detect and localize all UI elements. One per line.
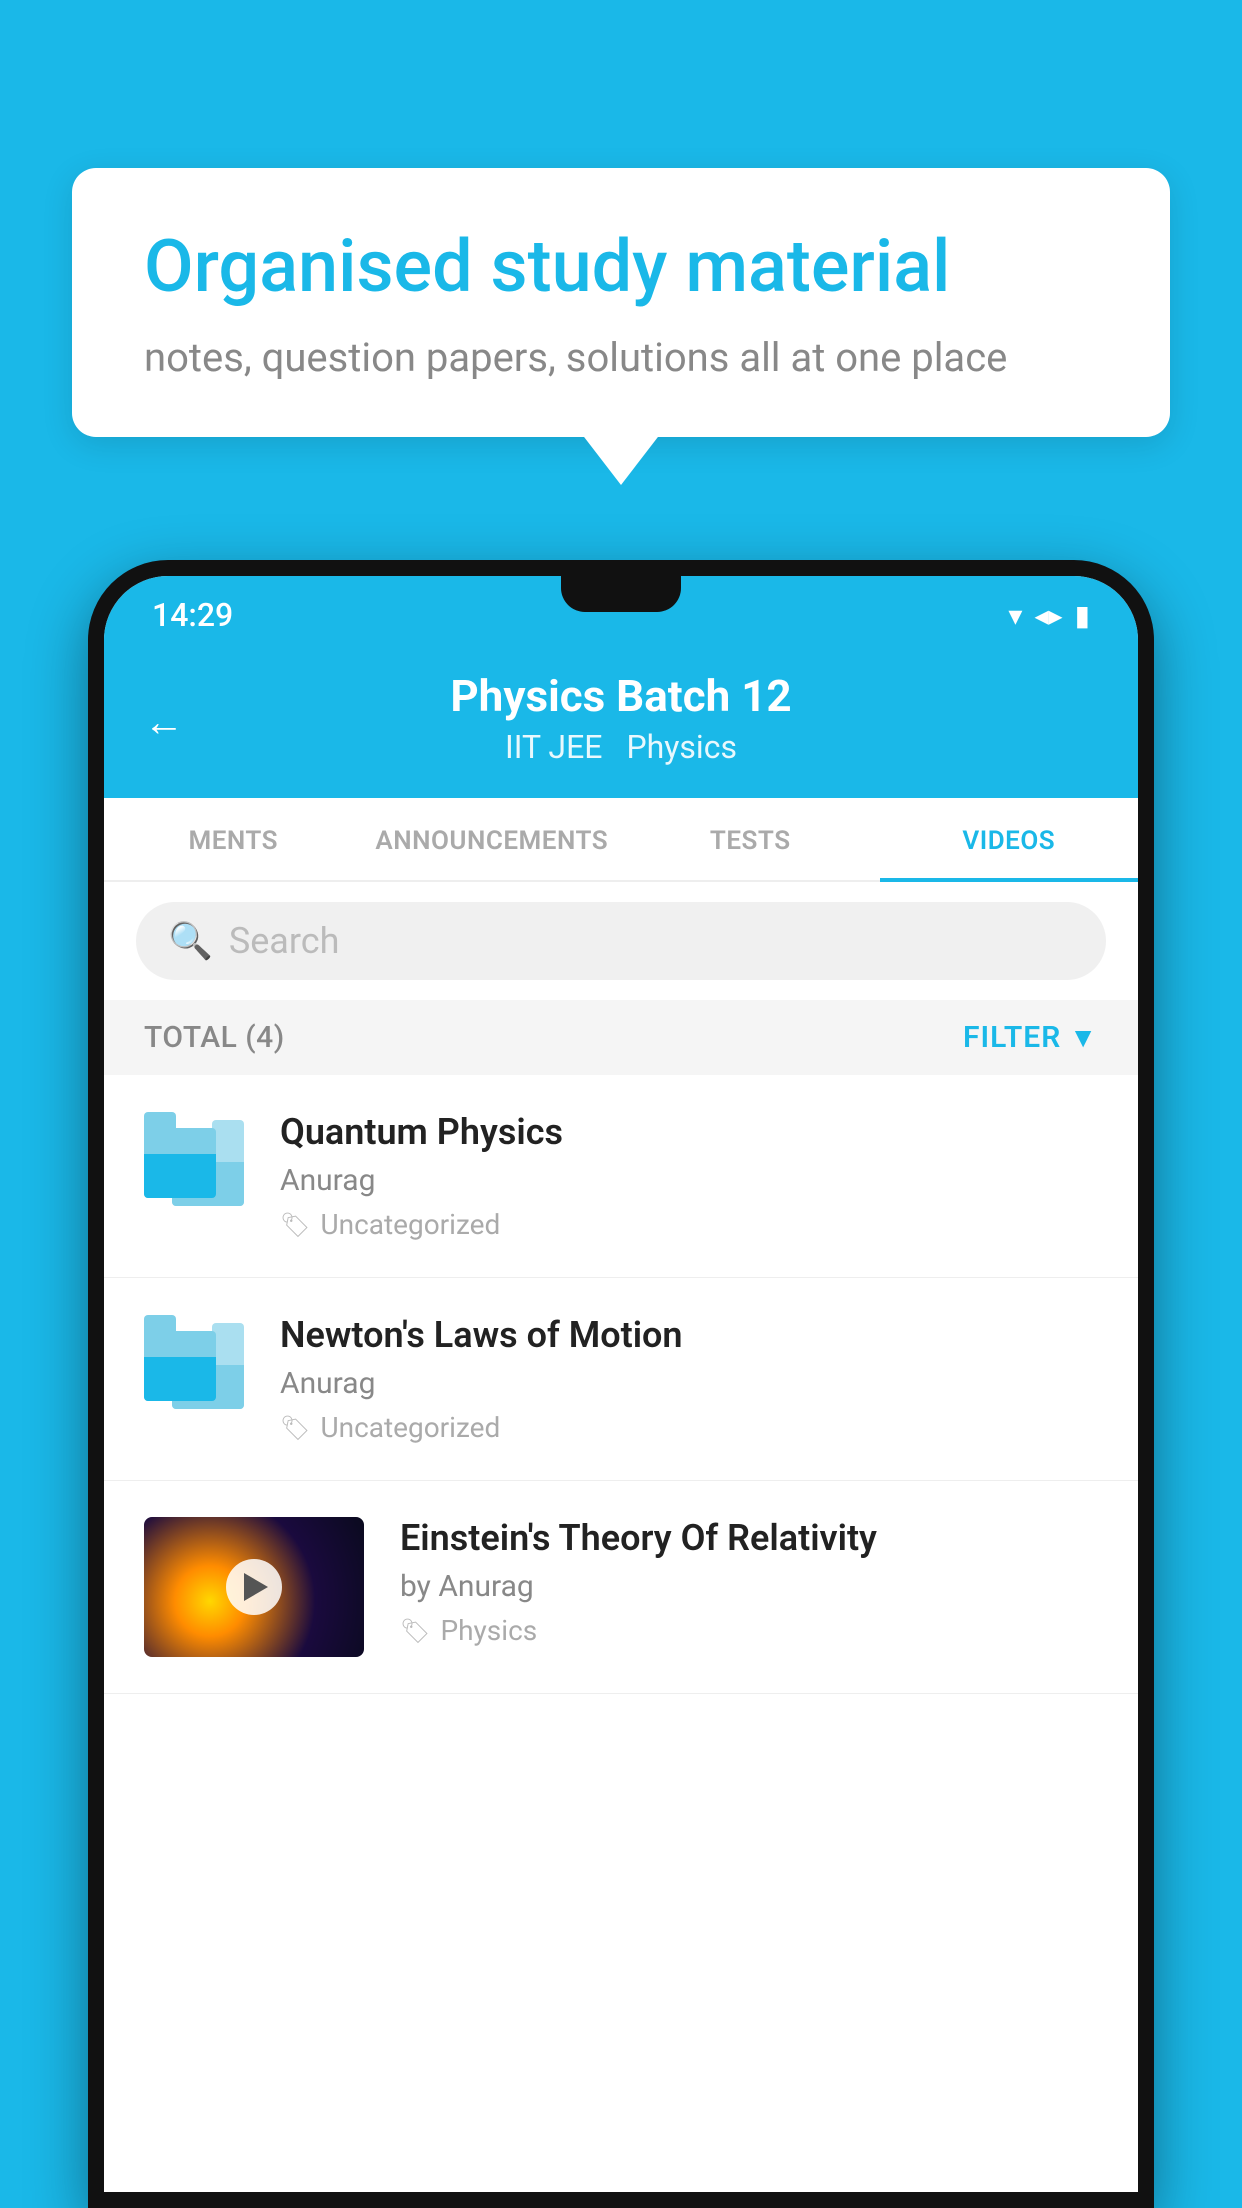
content-list: Quantum Physics Anurag 🏷 Uncategorized [104, 1075, 1138, 2192]
status-icons: ▾ ◂▸ ▮ [1008, 599, 1090, 632]
thumb-bg [144, 1517, 364, 1657]
list-item[interactable]: Einstein's Theory Of Relativity by Anura… [104, 1481, 1138, 1694]
tab-videos[interactable]: VIDEOS [880, 798, 1139, 880]
phone-notch [561, 576, 681, 612]
status-time: 14:29 [152, 596, 233, 634]
search-icon: 🔍 [168, 920, 213, 962]
speech-bubble: Organised study material notes, question… [72, 168, 1170, 437]
play-button[interactable] [226, 1559, 282, 1615]
header-title: Physics Batch 12 [450, 670, 791, 722]
video-item-info: Einstein's Theory Of Relativity by Anura… [400, 1517, 1098, 1647]
folder-icon [144, 1111, 244, 1211]
tag-icon: 🏷 [280, 1414, 310, 1442]
filter-button[interactable]: FILTER ▼ [963, 1020, 1098, 1055]
total-count: TOTAL (4) [144, 1020, 285, 1055]
bubble-subtitle: notes, question papers, solutions all at… [144, 334, 1098, 381]
app-header: ← Physics Batch 12 IIT JEE Physics [104, 646, 1138, 798]
video-title: Newton's Laws of Motion [280, 1314, 1098, 1356]
video-tag: 🏷 Physics [400, 1614, 1098, 1647]
video-tag: 🏷 Uncategorized [280, 1208, 1098, 1241]
search-bar[interactable]: 🔍 Search [136, 902, 1106, 980]
tab-announcements[interactable]: ANNOUNCEMENTS [363, 798, 622, 880]
tab-ments[interactable]: MENTS [104, 798, 363, 880]
video-item-info: Quantum Physics Anurag 🏷 Uncategorized [280, 1111, 1098, 1241]
search-bar-wrap: 🔍 Search [104, 882, 1138, 1000]
video-author: by Anurag [400, 1569, 1098, 1604]
battery-icon: ▮ [1075, 599, 1090, 632]
video-item-info: Newton's Laws of Motion Anurag 🏷 Uncateg… [280, 1314, 1098, 1444]
bubble-title: Organised study material [144, 224, 1098, 310]
filter-icon: ▼ [1069, 1021, 1098, 1054]
search-input[interactable]: Search [229, 920, 340, 962]
tab-bar: MENTS ANNOUNCEMENTS TESTS VIDEOS [104, 798, 1138, 882]
list-item[interactable]: Quantum Physics Anurag 🏷 Uncategorized [104, 1075, 1138, 1278]
signal-icon: ◂▸ [1034, 599, 1062, 632]
folder-icon [144, 1314, 244, 1414]
play-icon [244, 1573, 268, 1601]
header-subtitle: IIT JEE Physics [505, 728, 737, 766]
video-title: Einstein's Theory Of Relativity [400, 1517, 1098, 1559]
tag-icon: 🏷 [280, 1211, 310, 1239]
back-button[interactable]: ← [144, 699, 184, 746]
wifi-icon: ▾ [1008, 599, 1022, 632]
filter-bar: TOTAL (4) FILTER ▼ [104, 1000, 1138, 1075]
phone-frame: 14:29 ▾ ◂▸ ▮ ← Physics Batch 12 IIT JEE … [88, 560, 1154, 2208]
tab-tests[interactable]: TESTS [621, 798, 880, 880]
header-iitjee: IIT JEE [505, 728, 602, 766]
video-author: Anurag [280, 1366, 1098, 1401]
list-item[interactable]: Newton's Laws of Motion Anurag 🏷 Uncateg… [104, 1278, 1138, 1481]
video-tag: 🏷 Uncategorized [280, 1411, 1098, 1444]
video-title: Quantum Physics [280, 1111, 1098, 1153]
tag-icon: 🏷 [400, 1617, 430, 1645]
video-thumbnail [144, 1517, 364, 1657]
video-author: Anurag [280, 1163, 1098, 1198]
header-physics: Physics [626, 728, 737, 766]
phone-screen: 14:29 ▾ ◂▸ ▮ ← Physics Batch 12 IIT JEE … [104, 576, 1138, 2192]
